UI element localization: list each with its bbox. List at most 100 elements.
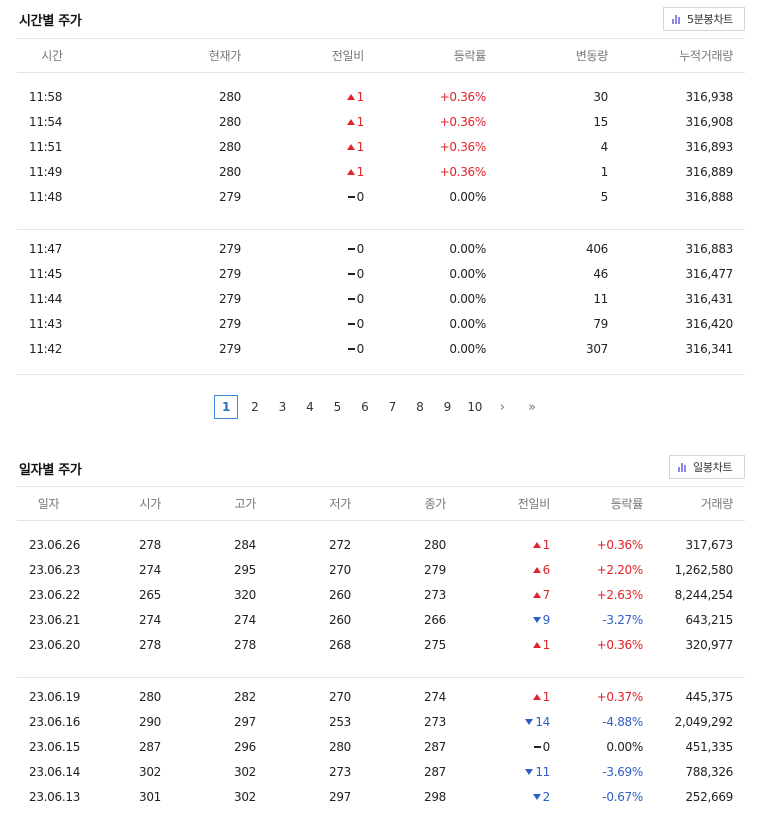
change-value: 0 — [356, 190, 365, 204]
intraday-header: 시간별 주가 5분봉차트 — [17, 0, 745, 38]
cell-cum: 316,893 — [685, 140, 733, 154]
col-cum-volume: 누적거래량 — [610, 38, 745, 73]
cell-high: 282 — [233, 690, 256, 704]
cell-close: 274 — [423, 690, 446, 704]
cell-change: 14 — [446, 710, 550, 735]
cell-low: 297 — [328, 790, 351, 804]
cell-open: 280 — [138, 690, 161, 704]
cell-vol: 4 — [600, 140, 609, 154]
cell-low: 260 — [328, 588, 351, 602]
intraday-table: 시간 현재가 전일비 등락률 변동량 누적거래량 11:58 280 1 +0.36%… — [17, 38, 745, 375]
change-value: 6 — [542, 563, 551, 577]
page-link-5[interactable]: 5 — [324, 400, 352, 414]
col-close: 종가 — [351, 486, 446, 521]
page-link-9[interactable]: 9 — [434, 400, 462, 414]
cell-rate: 0.00% — [449, 342, 486, 356]
cell-date: 23.06.26 — [29, 538, 81, 552]
cell-high: 320 — [233, 588, 256, 602]
cell-open: 265 — [138, 588, 161, 602]
cell-close: 280 — [423, 538, 446, 552]
triangle-up-icon — [532, 567, 541, 573]
cell-change: 0 — [446, 735, 550, 760]
table-row: 23.06.19 280 282 270 274 1 +0.37% 445,375 — [17, 685, 745, 710]
triangle-up-icon — [532, 642, 541, 648]
page-link-7[interactable]: 7 — [379, 400, 407, 414]
triangle-up-icon — [532, 542, 541, 548]
cell-rate: 0.00% — [449, 317, 486, 331]
spacer-cell — [17, 658, 745, 685]
last-page-icon[interactable]: » — [516, 400, 548, 415]
cell-open: 278 — [138, 638, 161, 652]
table-row: 11:44 279 0 0.00% 11 316,431 — [17, 287, 745, 312]
cell-cum: 316,431 — [685, 292, 733, 306]
table-row: 23.06.23 274 295 270 279 6 +2.20% 1,262,580 — [17, 558, 745, 583]
cell-close: 266 — [423, 613, 446, 627]
change-value: 0 — [542, 740, 551, 754]
change-value: 1 — [356, 115, 365, 129]
daily-section: 일자별 주가 일봉차트 일자 시가 고가 저가 종가 전일비 등락률 거래량 2… — [17, 448, 745, 810]
cell-date: 23.06.14 — [29, 765, 81, 779]
col-open: 시가 — [80, 486, 161, 521]
cell-high: 296 — [233, 740, 256, 754]
triangle-up-icon — [346, 119, 355, 125]
cell-high: 295 — [233, 563, 256, 577]
cell-time: 11:51 — [29, 140, 63, 154]
dash-icon — [533, 746, 541, 748]
page-link-4[interactable]: 4 — [296, 400, 324, 414]
cell-change: 0 — [243, 237, 366, 262]
cell-date: 23.06.20 — [29, 638, 81, 652]
page-link-10[interactable]: 10 — [461, 400, 489, 414]
cell-rate: +0.36% — [596, 538, 644, 552]
cell-change: 1 — [243, 135, 366, 160]
triangle-down-icon — [525, 769, 534, 775]
cell-rate: 0.00% — [449, 292, 486, 306]
col-price: 현재가 — [87, 38, 243, 73]
cell-change: 9 — [446, 608, 550, 633]
cell-vol: 406 — [585, 242, 608, 256]
page-link-6[interactable]: 6 — [351, 400, 379, 414]
page-link-3[interactable]: 3 — [269, 400, 297, 414]
page-link-2[interactable]: 2 — [241, 400, 269, 414]
cell-rate: +0.36% — [439, 115, 487, 129]
five-minute-chart-button[interactable]: 5분봉차트 — [663, 7, 745, 31]
cell-rate: +0.36% — [439, 140, 487, 154]
page-link-8[interactable]: 8 — [406, 400, 434, 414]
cell-open: 302 — [138, 765, 161, 779]
cell-cum: 316,908 — [685, 115, 733, 129]
cell-vol: 252,669 — [685, 790, 733, 804]
daily-chart-button[interactable]: 일봉차트 — [669, 455, 745, 479]
cell-open: 274 — [138, 613, 161, 627]
intraday-header-row: 시간 현재가 전일비 등락률 변동량 누적거래량 — [17, 38, 745, 73]
table-row: 23.06.26 278 284 272 280 1 +0.36% 317,673 — [17, 533, 745, 558]
cell-time: 11:47 — [29, 242, 63, 256]
cell-rate: 0.00% — [606, 740, 643, 754]
change-value: 0 — [356, 242, 365, 256]
page-link-1[interactable]: 1 — [214, 395, 238, 419]
change-value: 14 — [535, 715, 550, 729]
cell-date: 23.06.15 — [29, 740, 81, 754]
table-row: 23.06.16 290 297 253 273 14 -4.88% 2,049,292 — [17, 710, 745, 735]
dash-icon — [347, 248, 355, 250]
table-row: 11:49 280 1 +0.36% 1 316,889 — [17, 160, 745, 185]
col-rate: 등락률 — [366, 38, 488, 73]
cell-low: 270 — [328, 690, 351, 704]
dash-icon — [347, 348, 355, 350]
cell-change: 0 — [243, 337, 366, 362]
cell-rate: -3.27% — [602, 613, 643, 627]
next-page-icon[interactable]: › — [489, 400, 517, 415]
cell-vol: 445,375 — [685, 690, 733, 704]
cell-time: 11:45 — [29, 267, 63, 281]
cell-date: 23.06.13 — [29, 790, 81, 804]
triangle-down-icon — [532, 794, 541, 800]
daily-header: 일자별 주가 일봉차트 — [17, 448, 745, 486]
triangle-up-icon — [346, 144, 355, 150]
col-change: 전일비 — [446, 486, 550, 521]
group-separator — [17, 658, 745, 685]
cell-rate: -4.88% — [602, 715, 643, 729]
spacer-row — [17, 521, 745, 533]
cell-cum: 316,883 — [685, 242, 733, 256]
col-time: 시간 — [17, 38, 87, 73]
cell-price: 279 — [218, 267, 241, 281]
cell-open: 301 — [138, 790, 161, 804]
cell-vol: 5 — [600, 190, 609, 204]
